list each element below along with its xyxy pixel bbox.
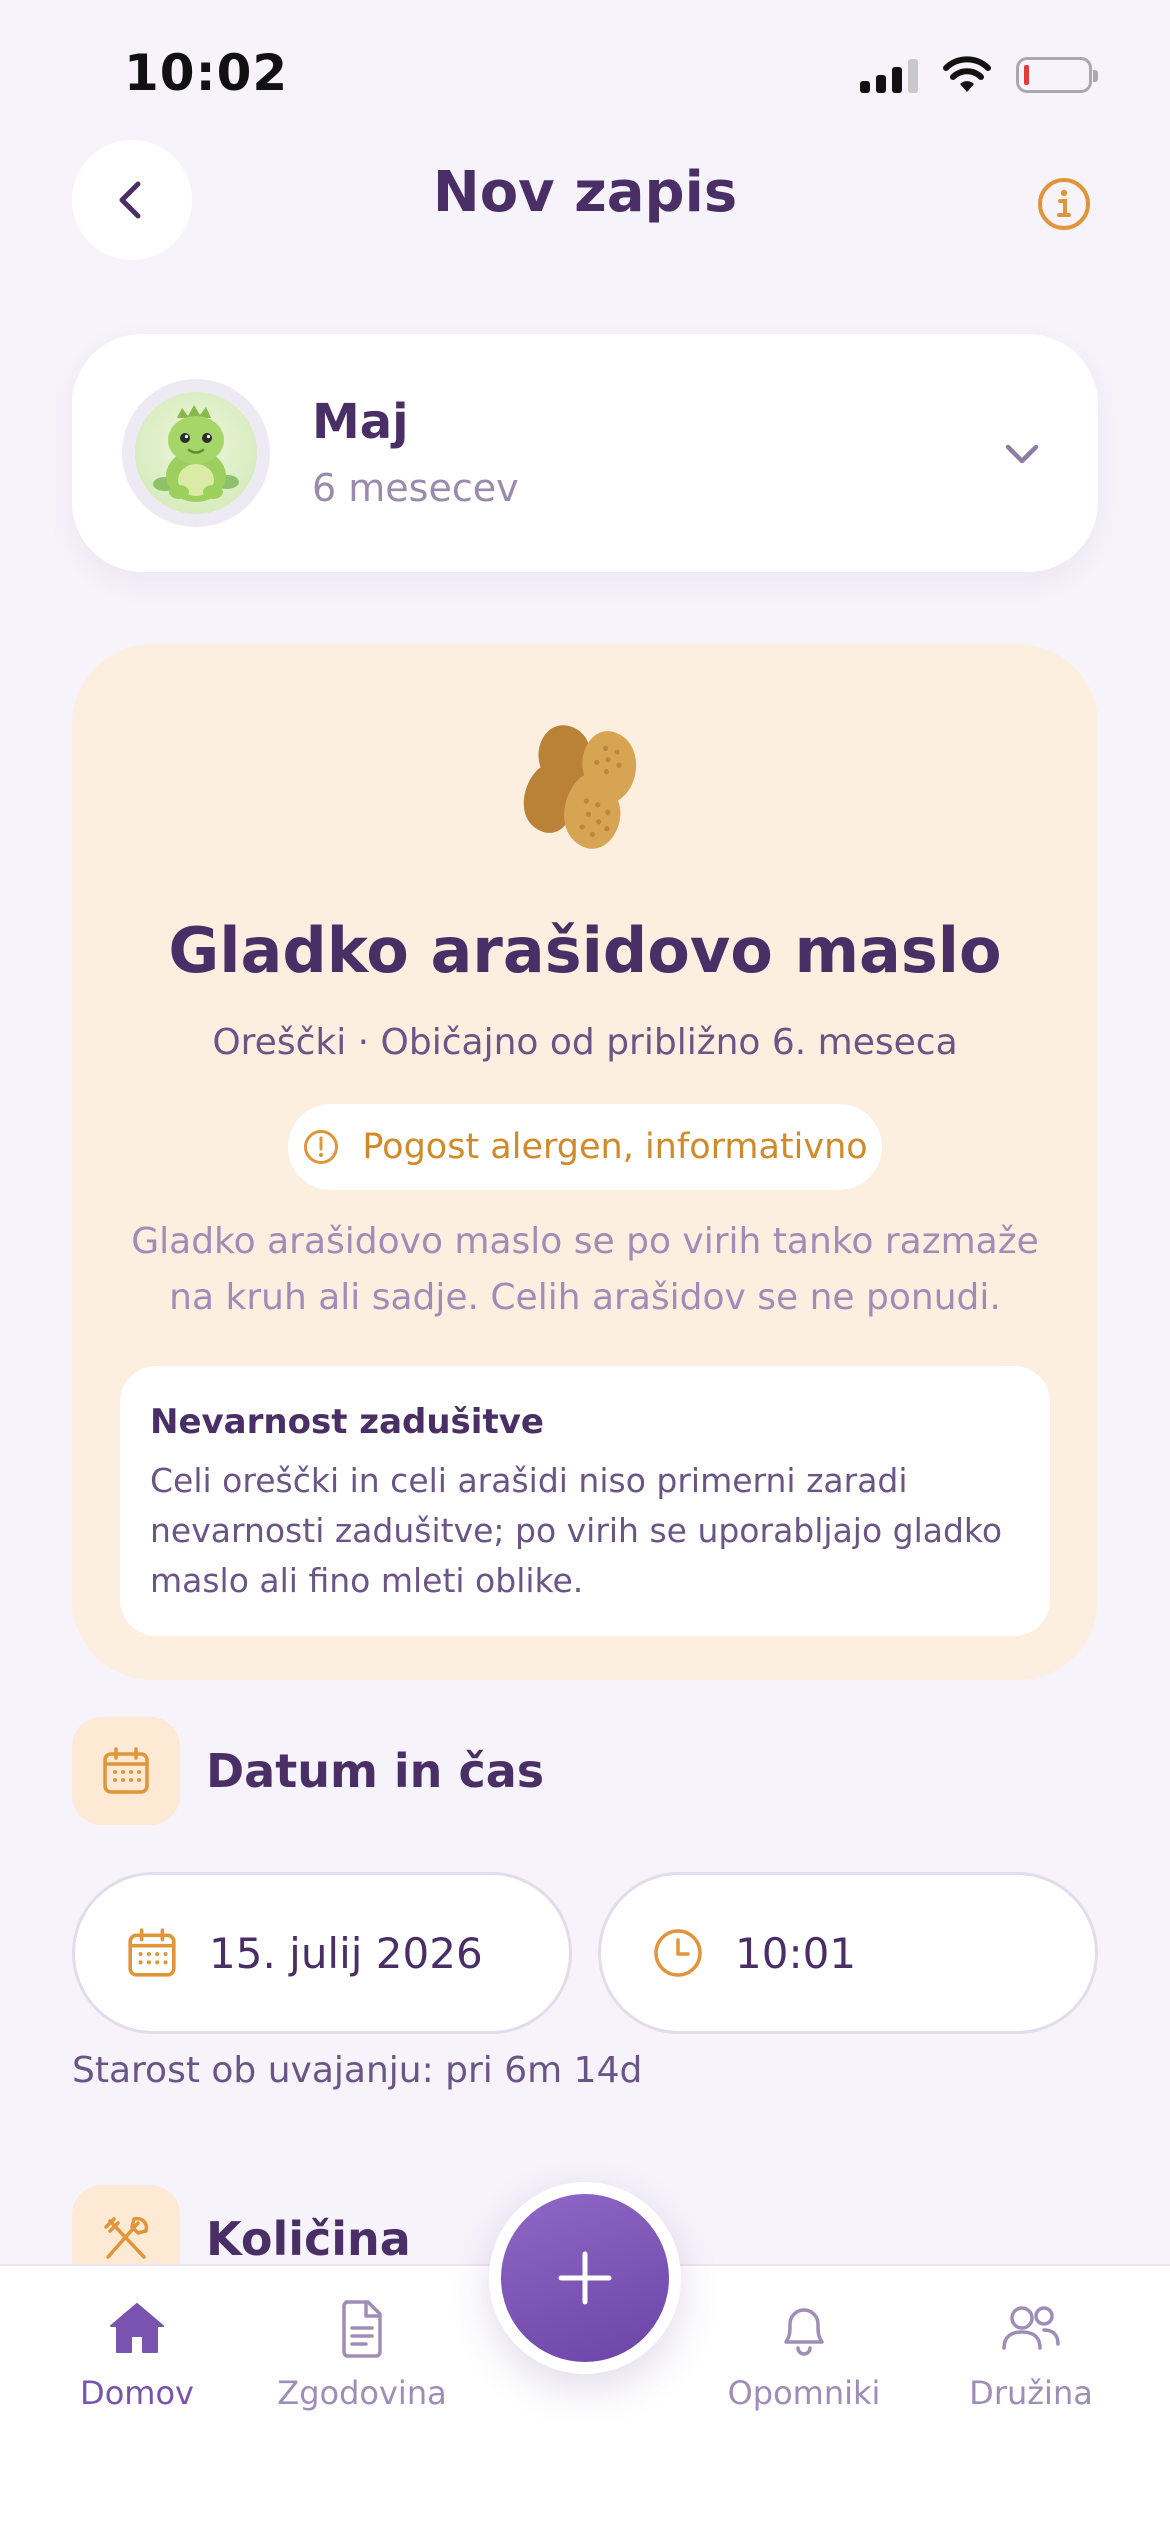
food-info-card: Gladko arašidovo maslo Oreščki · Običajn… <box>72 644 1098 1680</box>
tab-home-label: Domov <box>80 2374 194 2412</box>
tab-family-label: Družina <box>969 2374 1093 2412</box>
peanut-icon <box>72 704 1098 874</box>
plus-icon <box>558 2251 612 2305</box>
status-time: 10:02 <box>124 44 289 102</box>
time-value: 10:01 <box>735 1928 857 1978</box>
allergen-badge-label: Pogost alergen, informativno <box>362 1127 868 1167</box>
status-icons <box>860 56 1098 94</box>
child-age: 6 mesecev <box>312 466 519 510</box>
food-category: Oreščki · Običajno od približno 6. mesec… <box>212 1022 958 1063</box>
info-icon[interactable] <box>1036 176 1092 232</box>
datetime-section-header: Datum in čas <box>72 1716 544 1826</box>
warning-icon <box>304 1130 339 1164</box>
bell-icon <box>784 2308 824 2356</box>
page-title: Nov zapis <box>432 160 738 225</box>
quantity-section-title: Količina <box>206 2212 411 2266</box>
cellular-signal-icon <box>860 57 918 93</box>
date-value: 15. julij 2026 <box>209 1928 483 1978</box>
food-name: Gladko arašidovo maslo <box>168 914 1002 987</box>
chevron-down-icon[interactable] <box>998 430 1046 478</box>
add-entry-button[interactable] <box>489 2182 681 2374</box>
avatar <box>122 379 270 527</box>
time-picker[interactable]: 10:01 <box>598 1872 1098 2034</box>
wifi-icon <box>943 56 991 92</box>
choking-warning: Nevarnost zadušitve Celi oreščki in celi… <box>120 1366 1050 1636</box>
food-description: Gladko arašidovo maslo se po virih tanko… <box>131 1221 1039 1318</box>
allergen-badge: Pogost alergen, informativno <box>288 1104 882 1190</box>
tab-history[interactable]: Zgodovina <box>262 2296 462 2412</box>
tab-family[interactable]: Družina <box>931 2296 1131 2412</box>
warning-body: Celi oreščki in celi arašidi niso primer… <box>150 1461 1003 1600</box>
home-icon <box>110 2303 164 2353</box>
datetime-section-title: Datum in čas <box>206 1744 545 1798</box>
status-bar: 10:02 <box>0 0 1170 140</box>
date-picker[interactable]: 15. julij 2026 <box>72 1872 572 2034</box>
calendar-icon <box>128 1928 176 1977</box>
add-fab[interactable] <box>501 2194 669 2362</box>
clock-icon <box>654 1929 702 1977</box>
tab-home[interactable]: Domov <box>37 2296 237 2412</box>
age-at-introduction: Starost ob uvajanju: pri 6m 14d <box>72 2050 643 2091</box>
tab-reminders-label: Opomniki <box>727 2374 881 2412</box>
child-name: Maj <box>312 394 409 450</box>
nav-header: Nov zapis <box>0 138 1170 264</box>
battery-icon <box>1016 57 1098 93</box>
dinosaur-avatar-icon <box>153 405 239 502</box>
tab-history-label: Zgodovina <box>277 2374 447 2412</box>
calendar-icon <box>72 1717 180 1825</box>
tab-reminders[interactable]: Opomniki <box>704 2296 904 2412</box>
people-icon <box>1002 2306 1060 2350</box>
warning-title: Nevarnost zadušitve <box>150 1402 544 1442</box>
child-selector[interactable]: Maj 6 mesecev <box>72 334 1098 572</box>
document-icon <box>342 2300 382 2358</box>
